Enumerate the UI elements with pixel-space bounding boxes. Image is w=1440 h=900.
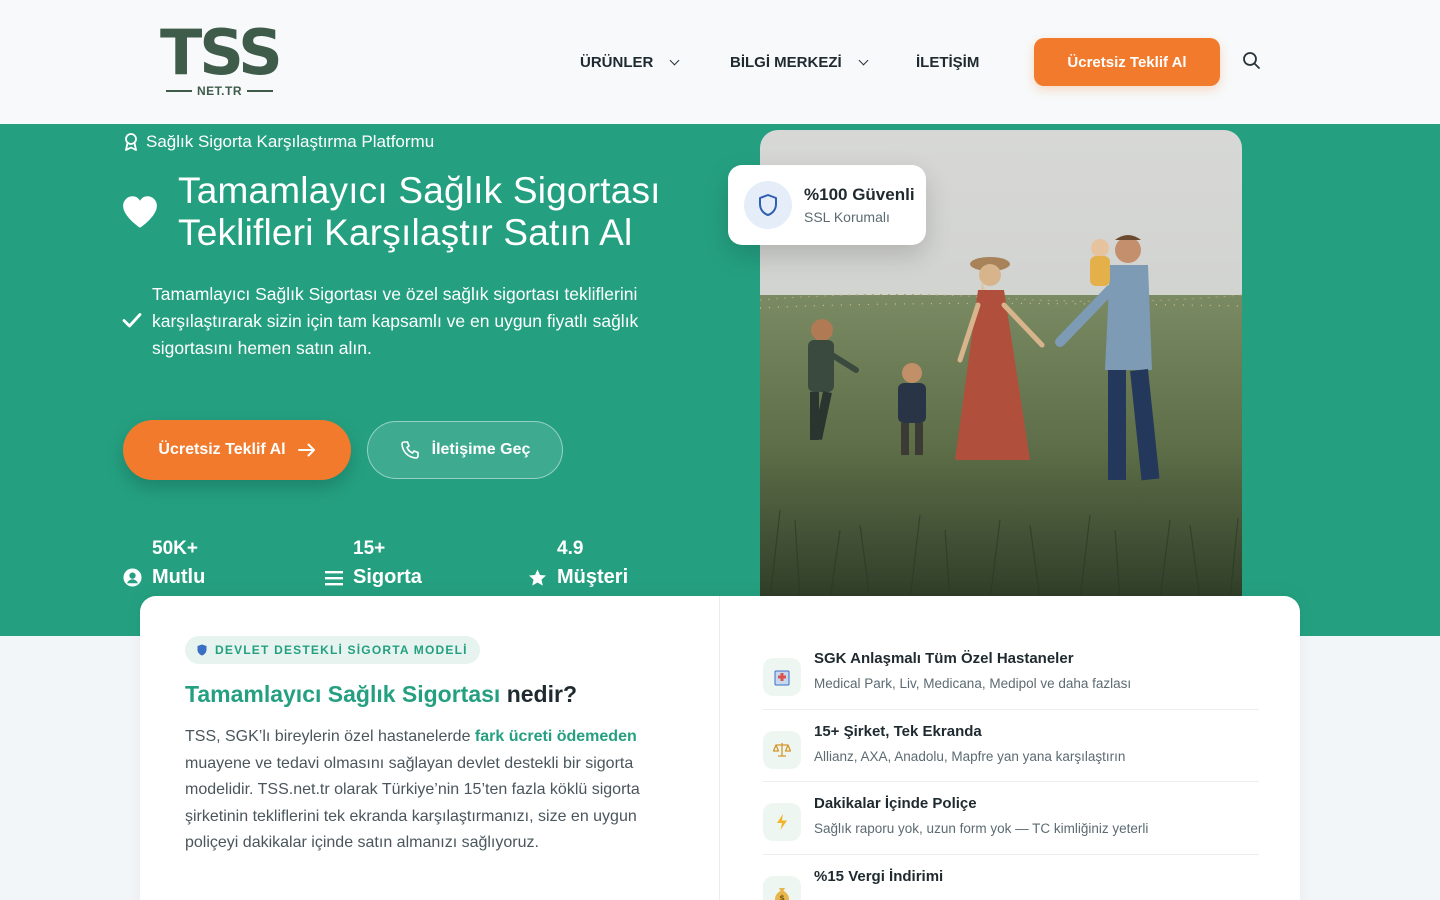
hero-heading: Tamamlayıcı Sağlık Sigortası Teklifleri … <box>122 170 661 254</box>
svg-text:$: $ <box>779 894 785 900</box>
stat-number: 15+ <box>353 538 386 559</box>
feature-subtitle: Allianz, AXA, Anadolu, Mapfre yan yana k… <box>814 749 1126 764</box>
trust-title: %100 Güvenli <box>804 185 915 204</box>
feature-title: %15 Vergi İndirimi <box>814 868 944 885</box>
search-icon[interactable] <box>1242 51 1264 73</box>
feature-item: 15+ Şirket, Tek Ekranda Allianz, AXA, An… <box>763 723 1259 783</box>
government-backed-pill: DEVLET DESTEKLİ SİGORTA MODELİ <box>185 636 480 664</box>
stat-label-text: Mutlu <box>152 566 206 588</box>
site-header: TSS NET.TR ÜRÜNLER BİLGİ MERKEZİ İLETİŞİ… <box>0 0 1440 124</box>
check-icon <box>122 313 142 328</box>
paragraph-highlight: fark ücreti ödemeden <box>474 728 637 745</box>
hero-badge: Sağlık Sigorta Karşılaştırma Platformu <box>122 132 434 152</box>
stat-label: Mutlu <box>123 566 205 589</box>
stat-label-text: Sigorta <box>353 566 422 588</box>
heart-icon <box>123 196 157 228</box>
feature-item: SGK Anlaşmalı Tüm Özel Hastaneler Medica… <box>763 650 1259 710</box>
feature-subtitle: Medical Park, Liv, Medicana, Medipol ve … <box>814 676 1132 691</box>
lightning-icon <box>763 803 801 841</box>
stat-rating: 4.9 Müşteri <box>528 538 628 589</box>
button-label: Ücretsiz Teklif Al <box>158 441 286 458</box>
feature-title: SGK Anlaşmalı Tüm Özel Hastaneler <box>814 650 1074 667</box>
feature-title: Dakikalar İçinde Poliçe <box>814 795 977 812</box>
free-quote-hero-button[interactable]: Ücretsiz Teklif Al <box>123 420 351 480</box>
heading-rest: nedir? <box>500 681 577 707</box>
stat-number: 4.9 <box>557 538 584 559</box>
feature-divider <box>763 709 1259 710</box>
nav-label: İLETİŞİM <box>916 53 980 71</box>
stat-label: Sigorta <box>325 566 422 589</box>
chevron-down-icon <box>858 55 869 65</box>
money-bag-icon: $ <box>763 876 801 900</box>
pill-label: DEVLET DESTEKLİ SİGORTA MODELİ <box>215 643 468 657</box>
hero-title-line2: Teklifleri Karşılaştır Satın Al <box>178 212 633 253</box>
nav-label: ÜRÜNLER <box>580 53 654 71</box>
logo-domain: NET.TR <box>197 84 242 98</box>
stat-label-text: Müşteri <box>557 566 629 588</box>
user-circle-icon <box>123 568 142 587</box>
hospital-icon <box>763 658 801 696</box>
hero-description: Tamamlayıcı Sağlık Sigortası ve özel sağ… <box>122 281 692 362</box>
paragraph-part: muayene ve tedavi olmasını sağlayan devl… <box>185 754 640 852</box>
nav-label: BİLGİ MERKEZİ <box>730 53 842 71</box>
what-is-tss-paragraph: TSS, SGK’lı bireylerin özel hastanelerde… <box>185 724 665 857</box>
stat-number: 50K+ <box>152 538 198 559</box>
hero-title-line1: Tamamlayıcı Sağlık Sigortası <box>178 170 661 211</box>
star-icon <box>528 568 547 586</box>
trust-card: %100 Güvenli SSL Korumalı <box>728 165 926 245</box>
feature-title: 15+ Şirket, Tek Ekranda <box>814 723 982 740</box>
award-icon <box>125 133 137 151</box>
stat-label: Müşteri <box>528 566 628 589</box>
trust-text: %100 Güvenli SSL Korumalı <box>804 185 915 225</box>
hero-badge-text: Sağlık Sigorta Karşılaştırma Platformu <box>146 132 435 151</box>
nav-item-products[interactable]: ÜRÜNLER <box>580 38 680 86</box>
stat-customers: 50K+ Mutlu <box>123 538 205 589</box>
nav-item-contact[interactable]: İLETİŞİM <box>916 38 979 86</box>
feature-divider <box>763 781 1259 782</box>
shield-small-icon <box>197 644 207 656</box>
shield-icon <box>744 181 792 229</box>
hero-description-text: Tamamlayıcı Sağlık Sigortası ve özel sağ… <box>152 284 639 358</box>
trust-subtitle: SSL Korumalı <box>804 209 890 225</box>
contact-button[interactable]: İletişime Geç <box>367 421 563 479</box>
heading-accent: Tamamlayıcı Sağlık Sigortası <box>185 681 501 707</box>
feature-item: $ %15 Vergi İndirimi <box>763 868 1259 900</box>
free-quote-button[interactable]: Ücretsiz Teklif Al <box>1034 38 1220 86</box>
stat-insurers: 15+ Sigorta <box>325 538 422 589</box>
feature-divider <box>763 854 1259 855</box>
feature-item: Dakikalar İçinde Poliçe Sağlık raporu yo… <box>763 795 1259 855</box>
logo-text: TSS <box>160 16 283 89</box>
phone-icon <box>400 441 419 459</box>
feature-subtitle: Sağlık raporu yok, uzun form yok — TC ki… <box>814 821 1149 836</box>
logo[interactable]: TSS NET.TR <box>160 16 283 102</box>
scale-icon <box>763 731 801 769</box>
list-icon <box>325 570 343 585</box>
what-is-tss-heading: Tamamlayıcı Sağlık Sigortası nedir? <box>185 681 577 708</box>
arrow-right-icon <box>297 443 315 457</box>
hero-title: Tamamlayıcı Sağlık Sigortası Teklifleri … <box>178 170 661 254</box>
button-label: İletişime Geç <box>431 441 531 458</box>
nav-item-knowledge-center[interactable]: BİLGİ MERKEZİ <box>730 38 869 86</box>
chevron-down-icon <box>669 55 680 65</box>
paragraph-part: TSS, SGK’lı bireylerin özel hastanelerde <box>185 728 475 745</box>
card-divider <box>719 596 720 900</box>
